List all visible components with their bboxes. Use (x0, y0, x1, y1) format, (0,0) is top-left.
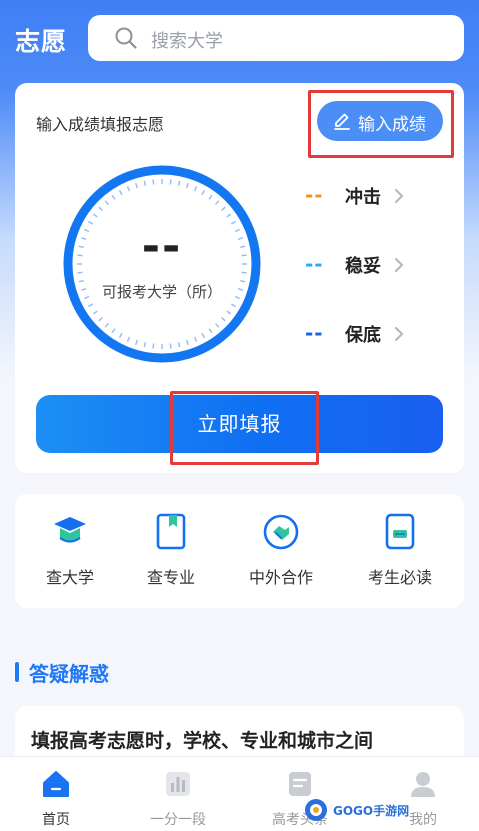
dial-tick (143, 342, 147, 348)
dial-tick (152, 179, 155, 185)
tool-label: 中外合作 (248, 568, 313, 587)
level-baodi[interactable]: -- 保底 (305, 319, 435, 349)
tab-label: 首页 (42, 812, 70, 828)
watermark-logo: GOGO手游网 (303, 797, 413, 825)
dial-tick (169, 179, 172, 185)
dial-tick (126, 336, 131, 342)
university-count-dial: -- 可报考大学（所） (61, 163, 263, 365)
dial-tick (215, 200, 220, 206)
level-name: 冲击 (345, 187, 381, 208)
page-title: 志愿 (15, 27, 68, 56)
chevron-right-icon (394, 257, 404, 273)
dial-tick (230, 303, 236, 308)
dial-tick (201, 190, 206, 196)
dial-tick (98, 317, 104, 322)
search-icon (115, 27, 137, 49)
book-bookmark-icon (156, 513, 186, 550)
watermark-text: GOGO手游网 (333, 804, 410, 818)
section-accent-bar (15, 662, 19, 682)
level-name: 稳妥 (345, 256, 381, 277)
dial-tick (201, 332, 206, 338)
dial-tick (126, 186, 131, 192)
chevron-right-icon (394, 188, 404, 204)
dial-tick (193, 336, 198, 342)
level-value: -- (305, 321, 324, 345)
score-card-lead: 输入成绩填报志愿 (36, 115, 165, 134)
article-title: 填报高考志愿时，学校、专业和城市之间 (31, 730, 374, 752)
score-card: 输入成绩填报志愿 输入成绩 -- 可报考大学（所） -- 冲击 -- 稳妥 --… (15, 83, 464, 473)
dial-tick (208, 194, 213, 200)
dial-tick (118, 190, 123, 196)
level-value: -- (305, 183, 324, 207)
dial-tick (104, 322, 109, 328)
dial-tick (111, 194, 116, 200)
graduation-cap-icon (54, 517, 86, 543)
enter-score-label: 输入成绩 (358, 115, 426, 135)
dial-tick (220, 206, 226, 211)
dial-tick (220, 317, 226, 322)
bar-chart-icon (166, 772, 190, 796)
tool-exam-guide[interactable]: 考生必读 (350, 512, 450, 592)
dial-tick (104, 200, 109, 206)
home-icon (43, 771, 69, 797)
tab-label: 一分一段 (150, 812, 206, 828)
dial-tick (111, 328, 116, 334)
dial-tick (186, 182, 189, 189)
tool-query-major[interactable]: 查专业 (121, 512, 221, 592)
dial-tick (92, 310, 98, 315)
dial-tick (169, 343, 172, 349)
dial-caption: 可报考大学（所） (101, 283, 222, 301)
enter-score-button[interactable]: 输入成绩 (317, 101, 443, 141)
level-chong[interactable]: -- 冲击 (305, 181, 435, 211)
dial-tick (226, 213, 232, 218)
level-value: -- (305, 252, 324, 276)
tab-home[interactable]: 首页 (11, 769, 101, 829)
dial-tick (177, 180, 181, 186)
chevron-right-icon (394, 326, 404, 342)
document-icon (385, 513, 415, 550)
edit-icon (334, 113, 350, 130)
tool-sino-foreign[interactable]: 中外合作 (231, 512, 331, 592)
dial-tick (135, 339, 138, 346)
tool-label: 查大学 (45, 568, 94, 587)
level-wentuo[interactable]: -- 稳妥 (305, 250, 435, 280)
dial-tick (118, 332, 123, 338)
tool-label: 查专业 (146, 568, 195, 587)
search-input[interactable]: 搜索大学 (88, 15, 464, 61)
dial-tick (98, 206, 104, 211)
watermark-badge-icon (305, 799, 327, 821)
tool-query-university[interactable]: 查大学 (20, 512, 120, 592)
tab-score-ranking[interactable]: 一分一段 (133, 769, 223, 829)
dial-tick (143, 180, 147, 186)
profile-icon (411, 772, 435, 797)
level-name: 保底 (345, 325, 381, 346)
dial-tick (77, 271, 83, 274)
tools-card: 查大学 查专业 中外合作 考生必读 (15, 494, 464, 608)
dial-tick (186, 339, 189, 346)
tool-label: 考生必读 (367, 568, 432, 587)
dial-tick (152, 343, 155, 349)
dial-tick (88, 303, 94, 308)
search-placeholder: 搜索大学 (151, 31, 223, 52)
handshake-icon (263, 514, 299, 550)
dial-tick (226, 310, 232, 315)
header: 志愿 搜索大学 (0, 0, 479, 78)
dial-tick (208, 328, 213, 334)
section-title: 答疑解惑 (29, 662, 109, 686)
dial-tick (215, 322, 220, 328)
submit-application-button[interactable]: 立即填报 (36, 395, 443, 453)
dial-tick (135, 182, 138, 189)
dial-value: -- (141, 221, 183, 272)
dial-tick (241, 271, 247, 274)
dial-tick (177, 342, 181, 348)
dial-tick (193, 186, 198, 192)
dial-tick (92, 213, 98, 218)
news-icon (289, 772, 311, 796)
